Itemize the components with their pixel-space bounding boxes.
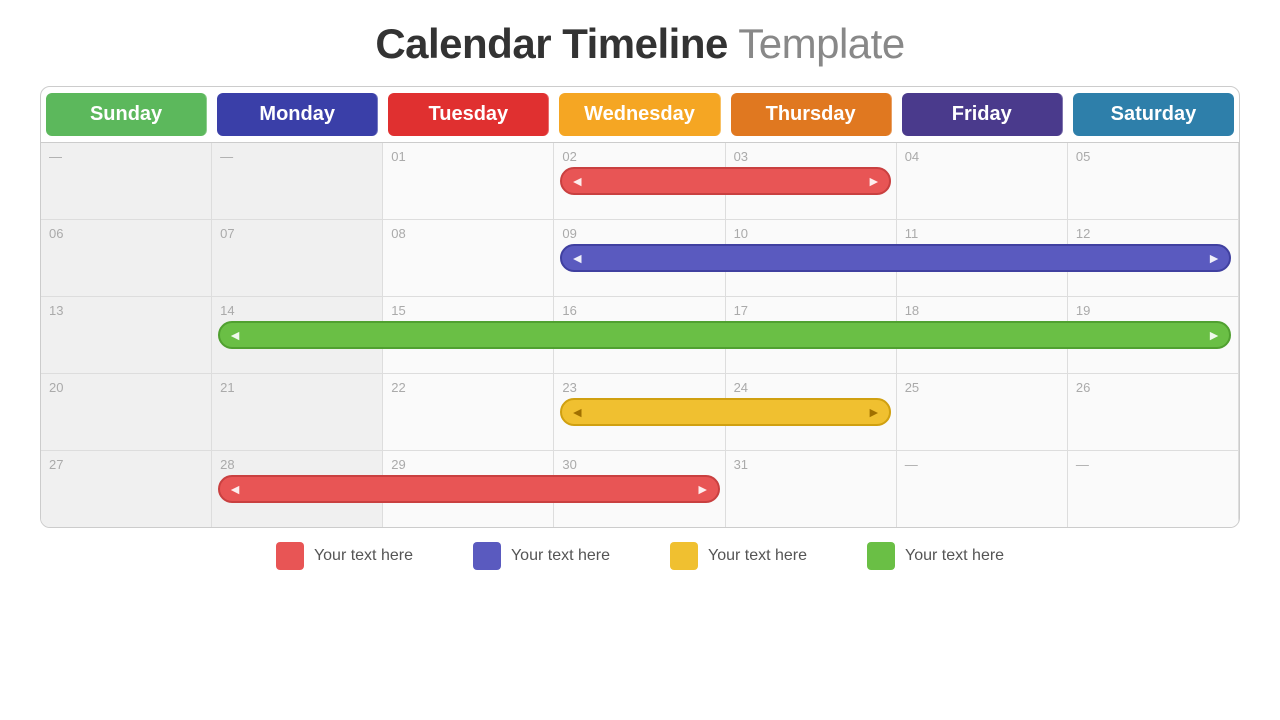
legend-label-blue: Your text here [511,547,610,565]
cell-w3-sun: 13 [41,297,212,373]
legend-label-red: Your text here [314,547,413,565]
gantt-bar-green-week3: ◄ ► [218,321,1231,349]
cell-w1-sun: — [41,143,212,219]
cell-w2-tue: 08 [383,220,554,296]
days-header: Sunday Monday Tuesday Wednesday Thursday… [41,87,1239,143]
cell-w2-mon: 07 [212,220,383,296]
header-tuesday: Tuesday [388,93,549,136]
header-wednesday: Wednesday [559,93,720,136]
cell-w4-sun: 20 [41,374,212,450]
legend-label-green: Your text here [905,547,1004,565]
cell-w4-mon: 21 [212,374,383,450]
legend-item-red: Your text here [276,542,413,570]
title-light: Template [728,20,905,67]
cell-w2-sun: 06 [41,220,212,296]
cell-w1-tue: 01 [383,143,554,219]
title-bold: Calendar Timeline [375,20,728,67]
week-row-3: 13 14 15 16 17 18 19 ◄ ► [41,297,1239,374]
week-row-4: 20 21 22 23 24 25 26 ◄ ► [41,374,1239,451]
legend-color-green [867,542,895,570]
cell-w1-fri: 04 [897,143,1068,219]
legend-item-yellow: Your text here [670,542,807,570]
page-title: Calendar Timeline Template [375,20,904,68]
cell-w1-mon: — [212,143,383,219]
cell-w5-sat: — [1068,451,1239,527]
legend-color-yellow [670,542,698,570]
cell-w5-thu: 31 [726,451,897,527]
cell-w4-tue: 22 [383,374,554,450]
week-row-1: — — 01 02 03 04 05 ◄ ► [41,143,1239,220]
header-friday: Friday [902,93,1063,136]
legend-color-blue [473,542,501,570]
cell-w5-sun: 27 [41,451,212,527]
legend-label-yellow: Your text here [708,547,807,565]
week-row-5: 27 28 29 30 31 — — ◄ ► [41,451,1239,527]
cell-w1-sat: 05 [1068,143,1239,219]
legend-color-red [276,542,304,570]
cell-w4-sat: 26 [1068,374,1239,450]
header-thursday: Thursday [731,93,892,136]
week-row-2: 06 07 08 09 10 11 12 ◄ ► [41,220,1239,297]
calendar-container: Sunday Monday Tuesday Wednesday Thursday… [40,86,1240,528]
weeks-grid: — — 01 02 03 04 05 ◄ ► 06 07 08 09 10 11… [41,143,1239,527]
gantt-bar-red-week1: ◄ ► [560,167,890,195]
gantt-bar-blue-week2: ◄ ► [560,244,1231,272]
gantt-bar-yellow-week4: ◄ ► [560,398,890,426]
cell-w4-fri: 25 [897,374,1068,450]
cell-w5-fri: — [897,451,1068,527]
header-monday: Monday [217,93,378,136]
gantt-bar-red-week5: ◄ ► [218,475,719,503]
header-sunday: Sunday [46,93,207,136]
legend-item-green: Your text here [867,542,1004,570]
header-saturday: Saturday [1073,93,1234,136]
legend: Your text here Your text here Your text … [276,542,1004,570]
legend-item-blue: Your text here [473,542,610,570]
